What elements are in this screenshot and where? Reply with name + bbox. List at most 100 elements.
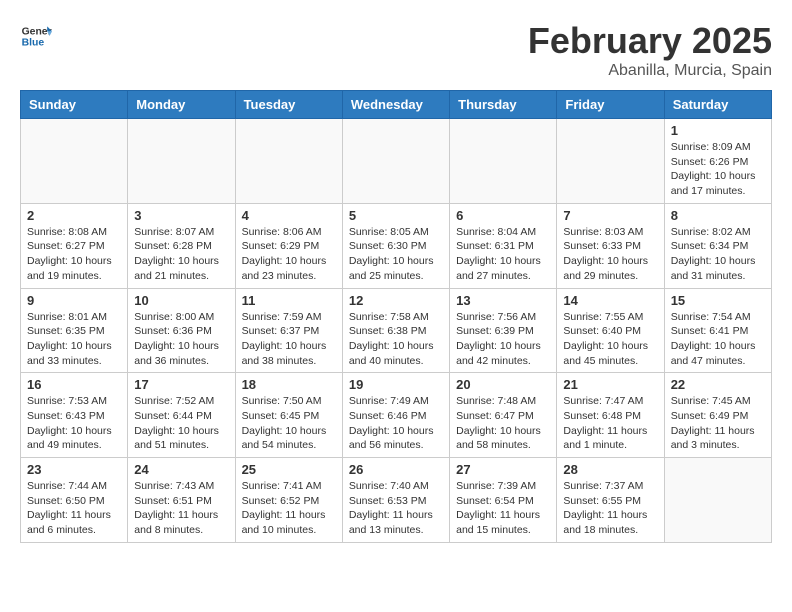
day-info: Sunrise: 8:04 AM Sunset: 6:31 PM Dayligh… (456, 225, 550, 284)
day-info: Sunrise: 7:56 AM Sunset: 6:39 PM Dayligh… (456, 310, 550, 369)
logo-icon: General Blue (20, 20, 52, 52)
day-cell: 19 Sunrise: 7:49 AM Sunset: 6:46 PM Dayli… (342, 373, 449, 458)
day-number: 26 (349, 462, 443, 477)
day-number: 5 (349, 208, 443, 223)
day-info: Sunrise: 8:06 AM Sunset: 6:29 PM Dayligh… (242, 225, 336, 284)
day-header-friday: Friday (557, 91, 664, 119)
day-info: Sunrise: 8:03 AM Sunset: 6:33 PM Dayligh… (563, 225, 657, 284)
day-info: Sunrise: 7:59 AM Sunset: 6:37 PM Dayligh… (242, 310, 336, 369)
day-cell: 7 Sunrise: 8:03 AM Sunset: 6:33 PM Daylig… (557, 203, 664, 288)
day-cell: 8Sunrise: 8:02 AM Sunset: 6:34 PM Daylig… (664, 203, 771, 288)
day-info: Sunrise: 8:02 AM Sunset: 6:34 PM Dayligh… (671, 225, 765, 284)
day-number: 22 (671, 377, 765, 392)
day-info: Sunrise: 8:07 AM Sunset: 6:28 PM Dayligh… (134, 225, 228, 284)
day-number: 3 (134, 208, 228, 223)
day-cell: 16Sunrise: 7:53 AM Sunset: 6:43 PM Dayli… (21, 373, 128, 458)
day-number: 4 (242, 208, 336, 223)
day-info: Sunrise: 7:54 AM Sunset: 6:41 PM Dayligh… (671, 310, 765, 369)
day-cell: 21 Sunrise: 7:47 AM Sunset: 6:48 PM Dayli… (557, 373, 664, 458)
day-cell: 9 Sunrise: 8:01 AM Sunset: 6:35 PM Daylig… (21, 288, 128, 373)
day-info: Sunrise: 7:55 AM Sunset: 6:40 PM Dayligh… (563, 310, 657, 369)
day-header-thursday: Thursday (450, 91, 557, 119)
day-cell: 2Sunrise: 8:08 AM Sunset: 6:27 PM Daylig… (21, 203, 128, 288)
day-number: 1 (671, 123, 765, 138)
week-row-4: 23Sunrise: 7:44 AM Sunset: 6:50 PM Dayli… (21, 458, 772, 543)
day-info: Sunrise: 7:37 AM Sunset: 6:55 PM Dayligh… (563, 479, 657, 538)
day-number: 24 (134, 462, 228, 477)
day-info: Sunrise: 7:40 AM Sunset: 6:53 PM Dayligh… (349, 479, 443, 538)
day-info: Sunrise: 8:00 AM Sunset: 6:36 PM Dayligh… (134, 310, 228, 369)
day-cell (450, 119, 557, 204)
day-cell: 6 Sunrise: 8:04 AM Sunset: 6:31 PM Daylig… (450, 203, 557, 288)
day-number: 7 (563, 208, 657, 223)
day-number: 12 (349, 293, 443, 308)
day-number: 19 (349, 377, 443, 392)
day-number: 21 (563, 377, 657, 392)
day-info: Sunrise: 8:01 AM Sunset: 6:35 PM Dayligh… (27, 310, 121, 369)
week-row-3: 16Sunrise: 7:53 AM Sunset: 6:43 PM Dayli… (21, 373, 772, 458)
day-header-wednesday: Wednesday (342, 91, 449, 119)
day-cell: 20 Sunrise: 7:48 AM Sunset: 6:47 PM Dayli… (450, 373, 557, 458)
day-cell: 22 Sunrise: 7:45 AM Sunset: 6:49 PM Dayli… (664, 373, 771, 458)
day-cell (342, 119, 449, 204)
day-cell (557, 119, 664, 204)
day-number: 17 (134, 377, 228, 392)
day-cell: 23Sunrise: 7:44 AM Sunset: 6:50 PM Dayli… (21, 458, 128, 543)
day-number: 13 (456, 293, 550, 308)
day-info: Sunrise: 8:08 AM Sunset: 6:27 PM Dayligh… (27, 225, 121, 284)
day-number: 11 (242, 293, 336, 308)
day-cell: 13 Sunrise: 7:56 AM Sunset: 6:39 PM Dayli… (450, 288, 557, 373)
day-cell: 28 Sunrise: 7:37 AM Sunset: 6:55 PM Dayli… (557, 458, 664, 543)
day-cell: 25 Sunrise: 7:41 AM Sunset: 6:52 PM Dayli… (235, 458, 342, 543)
day-header-monday: Monday (128, 91, 235, 119)
day-info: Sunrise: 7:53 AM Sunset: 6:43 PM Dayligh… (27, 394, 121, 453)
day-info: Sunrise: 7:45 AM Sunset: 6:49 PM Dayligh… (671, 394, 765, 453)
day-number: 28 (563, 462, 657, 477)
day-number: 25 (242, 462, 336, 477)
calendar-header-row: SundayMondayTuesdayWednesdayThursdayFrid… (21, 91, 772, 119)
day-number: 10 (134, 293, 228, 308)
day-number: 18 (242, 377, 336, 392)
day-cell (21, 119, 128, 204)
day-number: 9 (27, 293, 121, 308)
day-cell: 24 Sunrise: 7:43 AM Sunset: 6:51 PM Dayli… (128, 458, 235, 543)
day-cell: 17 Sunrise: 7:52 AM Sunset: 6:44 PM Dayli… (128, 373, 235, 458)
day-info: Sunrise: 7:49 AM Sunset: 6:46 PM Dayligh… (349, 394, 443, 453)
day-info: Sunrise: 8:09 AM Sunset: 6:26 PM Dayligh… (671, 140, 765, 199)
week-row-1: 2Sunrise: 8:08 AM Sunset: 6:27 PM Daylig… (21, 203, 772, 288)
day-info: Sunrise: 7:41 AM Sunset: 6:52 PM Dayligh… (242, 479, 336, 538)
calendar-table: SundayMondayTuesdayWednesdayThursdayFrid… (20, 90, 772, 543)
day-header-saturday: Saturday (664, 91, 771, 119)
day-number: 14 (563, 293, 657, 308)
day-info: Sunrise: 7:47 AM Sunset: 6:48 PM Dayligh… (563, 394, 657, 453)
page-header: General Blue February 2025 Abanilla, Mur… (20, 20, 772, 80)
day-header-sunday: Sunday (21, 91, 128, 119)
week-row-0: 1 Sunrise: 8:09 AM Sunset: 6:26 PM Daylig… (21, 119, 772, 204)
day-cell: 10 Sunrise: 8:00 AM Sunset: 6:36 PM Dayli… (128, 288, 235, 373)
logo: General Blue (20, 20, 52, 52)
day-cell: 4 Sunrise: 8:06 AM Sunset: 6:29 PM Daylig… (235, 203, 342, 288)
day-cell (235, 119, 342, 204)
day-cell: 15 Sunrise: 7:54 AM Sunset: 6:41 PM Dayli… (664, 288, 771, 373)
day-number: 20 (456, 377, 550, 392)
day-cell (664, 458, 771, 543)
day-number: 15 (671, 293, 765, 308)
location-title: Abanilla, Murcia, Spain (528, 62, 772, 80)
day-cell: 3 Sunrise: 8:07 AM Sunset: 6:28 PM Daylig… (128, 203, 235, 288)
day-cell: 27 Sunrise: 7:39 AM Sunset: 6:54 PM Dayli… (450, 458, 557, 543)
day-cell: 1 Sunrise: 8:09 AM Sunset: 6:26 PM Daylig… (664, 119, 771, 204)
week-row-2: 9 Sunrise: 8:01 AM Sunset: 6:35 PM Daylig… (21, 288, 772, 373)
day-number: 6 (456, 208, 550, 223)
day-cell: 11 Sunrise: 7:59 AM Sunset: 6:37 PM Dayli… (235, 288, 342, 373)
day-cell: 26 Sunrise: 7:40 AM Sunset: 6:53 PM Dayli… (342, 458, 449, 543)
day-info: Sunrise: 7:44 AM Sunset: 6:50 PM Dayligh… (27, 479, 121, 538)
day-cell: 18Sunrise: 7:50 AM Sunset: 6:45 PM Dayli… (235, 373, 342, 458)
day-info: Sunrise: 7:39 AM Sunset: 6:54 PM Dayligh… (456, 479, 550, 538)
day-cell (128, 119, 235, 204)
month-title: February 2025 (528, 20, 772, 62)
day-number: 27 (456, 462, 550, 477)
day-info: Sunrise: 7:48 AM Sunset: 6:47 PM Dayligh… (456, 394, 550, 453)
day-info: Sunrise: 7:43 AM Sunset: 6:51 PM Dayligh… (134, 479, 228, 538)
day-cell: 14 Sunrise: 7:55 AM Sunset: 6:40 PM Dayli… (557, 288, 664, 373)
day-info: Sunrise: 7:52 AM Sunset: 6:44 PM Dayligh… (134, 394, 228, 453)
